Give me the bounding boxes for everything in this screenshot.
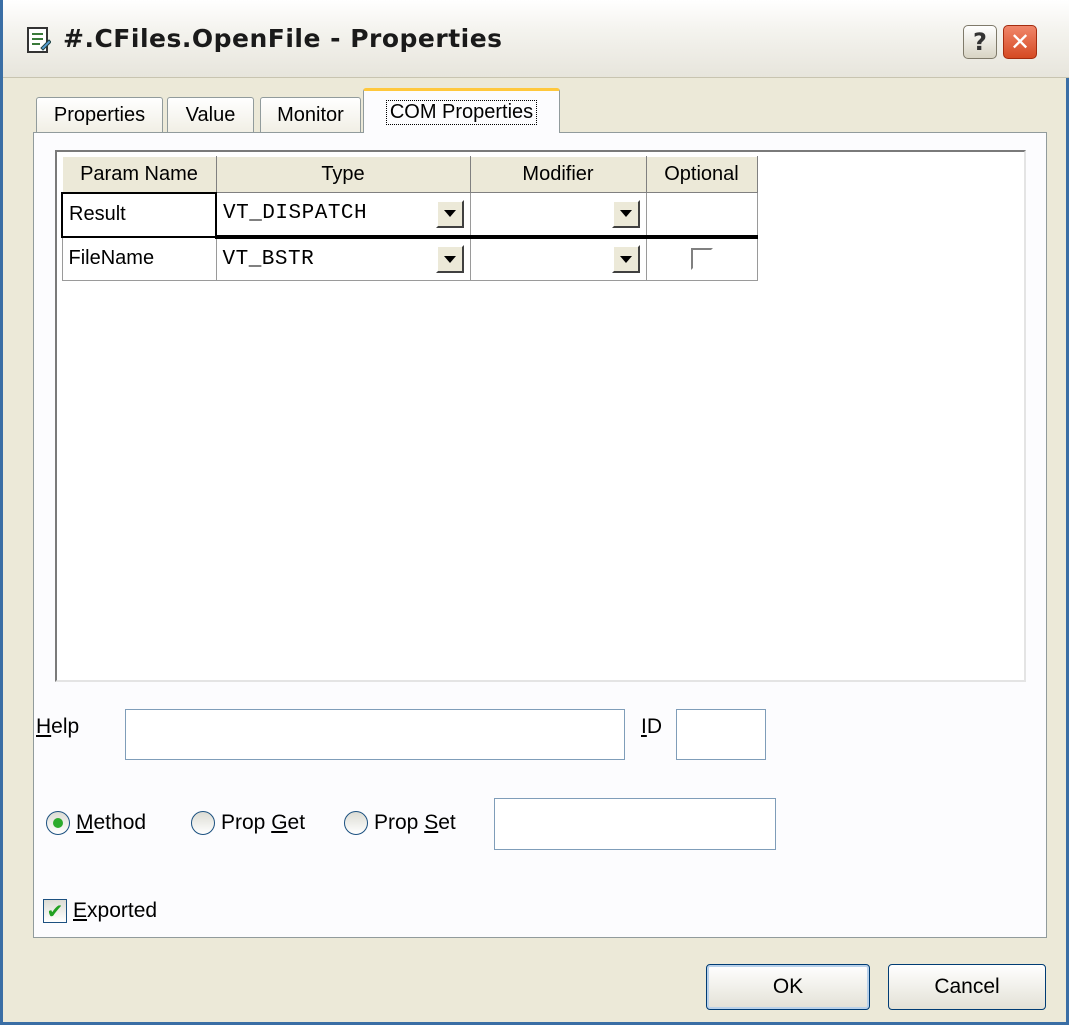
table-row[interactable]: Result VT_DISPATCH: [61, 191, 758, 239]
question-mark-icon: ?: [973, 28, 987, 56]
param-name-cell[interactable]: Result: [61, 191, 217, 238]
modifier-dropdown-arrow-icon[interactable]: [611, 245, 640, 274]
optional-cell: [645, 192, 758, 239]
params-table: Param Name Type Modifier Optional Result…: [61, 156, 758, 281]
tab-label: Monitor: [277, 103, 344, 126]
column-header-modifier[interactable]: Modifier: [469, 156, 647, 193]
help-label: Help: [36, 715, 80, 738]
optional-cell: [645, 236, 758, 281]
close-icon: ✕: [1009, 28, 1031, 56]
prop-get-radio[interactable]: Prop Get: [191, 811, 305, 835]
id-label: ID: [641, 715, 663, 738]
tab-value[interactable]: Value: [167, 97, 254, 132]
checkmark-icon: ✔: [43, 899, 67, 923]
type-cell[interactable]: VT_BSTR: [215, 236, 471, 281]
type-cell[interactable]: VT_DISPATCH: [215, 192, 471, 239]
window-title: #.CFiles.OpenFile - Properties: [63, 24, 503, 53]
modifier-cell[interactable]: [469, 236, 647, 281]
prop-set-label: Prop Set: [374, 811, 456, 834]
exported-label: Exported: [73, 899, 158, 922]
id-input[interactable]: [676, 709, 766, 760]
tab-properties[interactable]: Properties: [36, 97, 163, 132]
method-radio[interactable]: Method: [46, 811, 146, 835]
tab-monitor[interactable]: Monitor: [260, 97, 361, 132]
params-grid[interactable]: Param Name Type Modifier Optional Result…: [55, 150, 1026, 682]
table-row[interactable]: FileName VT_BSTR: [61, 236, 758, 281]
title-bar[interactable]: #.CFiles.OpenFile - Properties ? ✕: [3, 0, 1069, 78]
prop-set-radio[interactable]: Prop Set: [344, 811, 456, 835]
column-header-param-name[interactable]: Param Name: [61, 156, 217, 193]
column-header-type[interactable]: Type: [215, 156, 471, 193]
help-button[interactable]: ?: [963, 25, 997, 59]
ok-button[interactable]: OK: [706, 964, 870, 1010]
radio-unselected-icon: [344, 811, 368, 835]
prop-name-input[interactable]: [494, 798, 776, 850]
tab-label: COM Properties: [385, 99, 538, 125]
radio-unselected-icon: [191, 811, 215, 835]
modifier-dropdown-arrow-icon[interactable]: [611, 199, 640, 228]
properties-window-icon: [27, 27, 51, 53]
type-value: VT_BSTR: [222, 247, 315, 271]
radio-selected-icon: [46, 811, 70, 835]
tab-com-properties[interactable]: COM Properties: [363, 88, 560, 133]
grid-header-row: Param Name Type Modifier Optional: [61, 156, 758, 193]
help-input[interactable]: [125, 709, 625, 760]
type-dropdown-arrow-icon[interactable]: [435, 245, 464, 274]
close-button[interactable]: ✕: [1003, 25, 1037, 59]
tab-label: Properties: [53, 103, 146, 126]
optional-checkbox[interactable]: [690, 248, 713, 271]
param-name-cell[interactable]: FileName: [61, 236, 217, 281]
prop-get-label: Prop Get: [221, 811, 306, 834]
column-header-optional[interactable]: Optional: [645, 156, 758, 193]
exported-checkbox[interactable]: ✔ Exported: [43, 899, 157, 923]
type-value: VT_DISPATCH: [223, 202, 368, 226]
method-label: Method: [76, 811, 147, 834]
type-dropdown-arrow-icon[interactable]: [435, 199, 464, 228]
modifier-cell[interactable]: [469, 192, 647, 239]
properties-dialog: #.CFiles.OpenFile - Properties ? ✕ Prope…: [0, 0, 1069, 1025]
tab-label: Value: [185, 103, 236, 126]
cancel-button[interactable]: Cancel: [888, 964, 1046, 1010]
